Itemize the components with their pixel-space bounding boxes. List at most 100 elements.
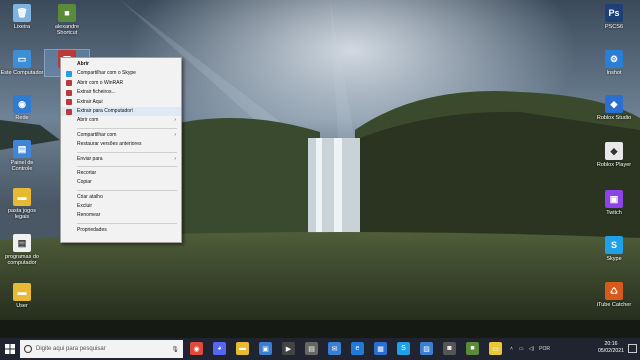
menu-item-label: Recortar (77, 169, 97, 176)
discord-icon[interactable]: ◕ (213, 342, 226, 355)
clock-date: 05/02/2021 (598, 348, 624, 354)
desktop-icon-label: PSCS6 (604, 24, 624, 30)
menu-item[interactable]: Copiar (61, 178, 181, 187)
menu-item-label: Copiar (77, 179, 92, 186)
cards-icon[interactable]: ▤ (305, 342, 318, 355)
clock-time: 20:16 (604, 341, 618, 347)
taskbar: Digite aqui para pesquisar 🎙 ◉ ◕ ▬ ▣ ▶ ▤ ✉ e ▦ S ▨… (0, 338, 640, 360)
menu-item[interactable]: Criar atalho (61, 193, 181, 202)
media-icon[interactable]: ▶ (282, 342, 295, 355)
windows-logo-icon (5, 344, 15, 354)
menu-item[interactable]: Extrair Aqui (61, 98, 181, 107)
menu-item-label: Extrair para Computador\ (77, 107, 134, 114)
desktop-icon[interactable]: ▬ User (0, 283, 44, 309)
skype-icon[interactable]: S (397, 342, 410, 355)
menu-item[interactable]: Excluir (61, 202, 181, 211)
menu-item[interactable]: Renomear (61, 211, 181, 220)
mail-icon[interactable]: ✉ (328, 342, 341, 355)
menu-separator (77, 151, 177, 153)
app-icon[interactable]: ▣ (259, 342, 272, 355)
menu-item-label: Renomear (77, 212, 101, 219)
desktop-icon[interactable]: ◉ Rede (0, 95, 44, 121)
roblox-player-icon: ◆ (605, 142, 623, 160)
desktop-icon-label: Twitch (606, 210, 622, 216)
skype-icon: S (605, 236, 623, 254)
menu-item[interactable]: Extrair para Computador\ (61, 106, 181, 117)
desktop-icon-label: Skype (606, 256, 622, 262)
menu-item-label: Abrir com o WinRAR (77, 79, 124, 86)
skype-icon (66, 71, 72, 78)
store-icon[interactable]: ▦ (374, 342, 387, 355)
desktop-icon[interactable]: ■ alexandre Shortcut (45, 4, 89, 36)
menu-item[interactable]: Extrair ficheiros... (61, 88, 181, 97)
start-button[interactable] (0, 338, 20, 360)
menu-separator (77, 127, 177, 129)
desktop-icon[interactable]: ◆ Roblox Player (592, 142, 636, 168)
control-panel-icon: ▤ (13, 140, 31, 158)
volume-icon[interactable]: ◁) (529, 346, 535, 352)
roblox-studio-icon: ◆ (605, 95, 623, 113)
minecraft-icon[interactable]: ■ (466, 342, 479, 355)
edge-icon[interactable]: e (351, 342, 364, 355)
explorer-icon[interactable]: ▬ (236, 342, 249, 355)
user-folder-icon: ▬ (13, 283, 31, 301)
desktop-icon-label: Painel de Controle (10, 160, 34, 172)
menu-item-label: Compartilhar com o Skype (77, 70, 136, 77)
chrome-icon[interactable]: ◉ (190, 342, 203, 355)
system-tray: ˄ ▭ ◁) POR (510, 338, 550, 360)
desktop-icon[interactable]: ♺ iTube Catcher (592, 282, 636, 308)
menu-item[interactable]: Abrir (61, 60, 181, 69)
search-box[interactable]: Digite aqui para pesquisar 🎙 (20, 340, 183, 358)
desktop-icon[interactable]: Ps PSCS6 (592, 4, 636, 30)
desktop-icon[interactable]: 🗑 Lixeira (0, 4, 44, 30)
menu-item[interactable]: Propriedades (61, 226, 181, 235)
camera-icon[interactable]: ◙ (443, 342, 456, 355)
menu-item-label: Restaurar versões anteriores (77, 141, 142, 148)
desktop-icon[interactable]: S Skype (592, 236, 636, 262)
computer-icon: ▭ (13, 50, 31, 68)
menu-item-label: Abrir com (77, 117, 99, 124)
desktop-icon[interactable]: ▣ Twitch (592, 190, 636, 216)
menu-item-label: Extrair ficheiros... (77, 89, 116, 96)
desktop-icon[interactable]: ▬ pasta jogos legais (0, 188, 44, 220)
desktop-icon[interactable]: ▤ Painel de Controle (0, 140, 44, 172)
network-tray-icon[interactable]: ▭ (519, 346, 524, 352)
network-icon: ◉ (13, 95, 31, 113)
desktop-icon[interactable]: ▤ programas do computador (0, 234, 44, 266)
desktop-icon-label: Rede (15, 115, 29, 121)
menu-item[interactable]: Abrir com o WinRAR (61, 79, 181, 88)
notes-icon[interactable]: ▭ (489, 342, 502, 355)
desktop-icon-label: Roblox Player (596, 162, 632, 168)
photos-icon[interactable]: ▨ (420, 342, 433, 355)
language-indicator[interactable]: POR (539, 346, 550, 352)
desktop-icon-label: User (16, 303, 28, 309)
menu-item-label: Criar atalho (77, 193, 103, 200)
search-placeholder: Digite aqui para pesquisar (36, 346, 106, 352)
context-menu: Abrir Compartilhar com o Skype Abrir com o… (60, 57, 182, 243)
menu-item-label: Excluir (77, 203, 93, 210)
clock[interactable]: 20:16 05/02/2021 (598, 341, 624, 355)
document-icon: ▤ (13, 234, 31, 252)
desktop-icon[interactable]: ▭ Este Computador (0, 50, 44, 76)
winrar-icon (66, 80, 72, 87)
microphone-icon[interactable]: 🎙 (171, 346, 179, 353)
menu-item[interactable]: Compartilhar com › (61, 131, 181, 140)
recycle-bin-icon: 🗑 (13, 4, 31, 22)
tray-chevron-icon[interactable]: ˄ (510, 346, 513, 352)
notifications-icon[interactable] (628, 344, 637, 353)
menu-item[interactable]: Enviar para › (61, 155, 181, 164)
itube-icon: ♺ (605, 282, 623, 300)
menu-item[interactable]: Compartilhar com o Skype (61, 69, 181, 78)
photoshop-icon: Ps (605, 4, 623, 22)
desktop-icon-label: Este Computador (0, 70, 44, 76)
menu-item[interactable]: Abrir com › (61, 116, 181, 125)
winrar-icon (66, 99, 72, 106)
menu-item-label: Compartilhar com (77, 131, 117, 138)
twitch-icon: ▣ (605, 190, 623, 208)
desktop-icon[interactable]: ◆ Roblox Studio (592, 95, 636, 121)
desktop-icon[interactable]: ⚙ Inshot (592, 50, 636, 76)
winrar-icon (66, 108, 72, 115)
menu-item[interactable]: Restaurar versões anteriores (61, 140, 181, 149)
menu-item[interactable]: Recortar (61, 169, 181, 178)
menu-item-label: Propriedades (77, 226, 107, 233)
